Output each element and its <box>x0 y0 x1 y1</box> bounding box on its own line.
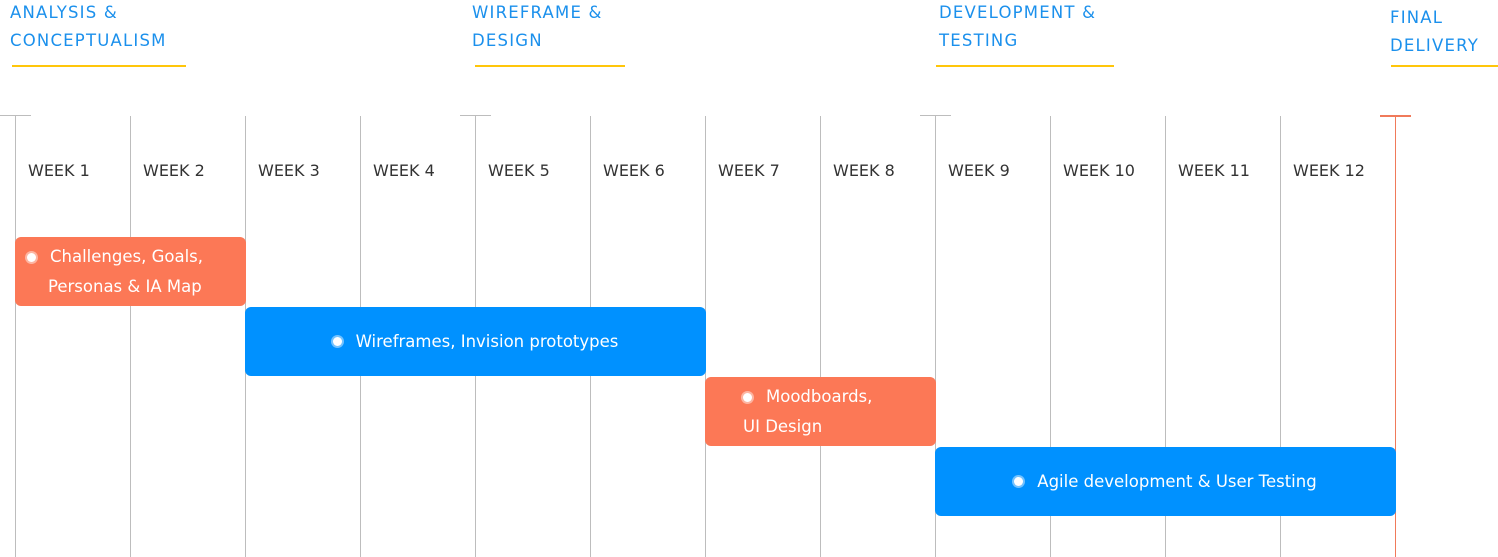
task-label-line: UI Design <box>743 416 823 436</box>
phase-marker <box>0 115 31 116</box>
phase-underline <box>475 65 625 67</box>
task-label: Wireframes, Invision prototypes <box>356 327 619 357</box>
week-label: WEEK 10 <box>1063 161 1135 180</box>
phase-heading-line: TESTING <box>939 31 1019 50</box>
week-label: WEEK 8 <box>833 161 895 180</box>
phase-marker <box>1380 115 1411 117</box>
task-label: Agile development & User Testing <box>1037 467 1316 497</box>
phase-heading-final: FINAL DELIVERY <box>1390 4 1479 60</box>
phase-heading-line: DESIGN <box>472 31 543 50</box>
task-bar[interactable]: Moodboards, UI Design <box>705 377 936 446</box>
week-label: WEEK 11 <box>1178 161 1250 180</box>
week-label: WEEK 5 <box>488 161 550 180</box>
week-label: WEEK 3 <box>258 161 320 180</box>
task-label-line: Personas & IA Map <box>48 276 202 296</box>
week-divider <box>820 116 821 557</box>
task-bar[interactable]: Wireframes, Invision prototypes <box>245 307 706 376</box>
bullet-icon <box>1014 477 1024 486</box>
task-bar[interactable]: Challenges, Goals, Personas & IA Map <box>15 237 246 306</box>
phase-underline <box>1391 65 1498 67</box>
phase-heading-wireframe: WIREFRAME & DESIGN <box>472 0 603 55</box>
phase-heading-analysis: ANALYSIS & CONCEPTUALISM <box>10 0 167 55</box>
bullet-icon <box>332 337 342 346</box>
bullet-icon <box>743 393 752 402</box>
phase-heading-line: WIREFRAME & <box>472 3 603 22</box>
bullet-icon <box>27 253 36 262</box>
week-label: WEEK 12 <box>1293 161 1365 180</box>
week-divider <box>130 116 131 557</box>
phase-marker <box>460 115 491 116</box>
phase-underline <box>936 65 1114 67</box>
week-label: WEEK 1 <box>28 161 90 180</box>
phase-marker <box>920 115 951 116</box>
week-label: WEEK 7 <box>718 161 780 180</box>
phase-heading-line: DELIVERY <box>1390 36 1479 55</box>
phase-heading-line: CONCEPTUALISM <box>10 31 167 50</box>
task-label-line: Moodboards, <box>766 386 873 406</box>
task-label-line: Challenges, Goals, <box>50 246 203 266</box>
week-label: WEEK 9 <box>948 161 1010 180</box>
task-label-line: Wireframes, Invision prototypes <box>355 331 619 351</box>
task-label: Challenges, Goals, Personas & IA Map <box>48 242 203 302</box>
week-label: WEEK 2 <box>143 161 205 180</box>
phase-underline <box>12 65 186 67</box>
week-label: WEEK 4 <box>373 161 435 180</box>
phase-heading-line: ANALYSIS & <box>10 3 118 22</box>
week-divider <box>15 116 16 557</box>
task-label: Moodboards, UI Design <box>743 382 873 442</box>
phase-heading-line: FINAL <box>1390 8 1444 27</box>
phase-heading-development: DEVELOPMENT & TESTING <box>939 0 1096 55</box>
task-label-line: Agile development & User Testing <box>1037 471 1317 491</box>
task-bar[interactable]: Agile development & User Testing <box>935 447 1396 516</box>
phase-heading-line: DEVELOPMENT & <box>939 3 1097 22</box>
week-label: WEEK 6 <box>603 161 665 180</box>
